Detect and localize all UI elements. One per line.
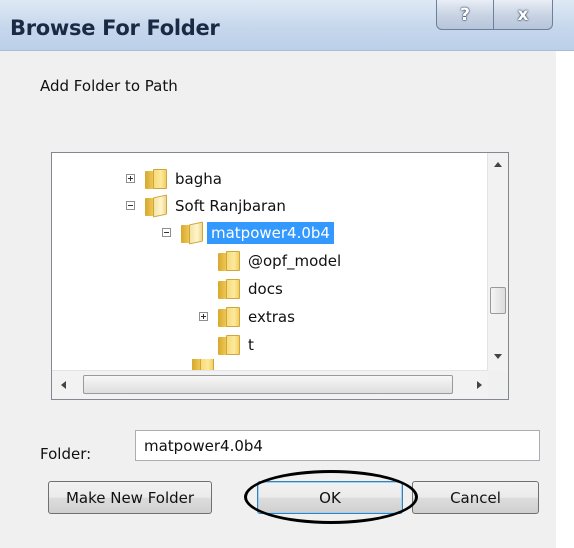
open-folder-icon [181,221,203,244]
caption-buttons: ? x [436,0,553,32]
horizontal-scroll-thumb[interactable] [83,375,453,394]
window-title: Browse For Folder [10,16,220,40]
folder-input[interactable] [135,430,540,461]
tree-item-label: bagha [175,169,222,188]
tree-item-soft-ranjbaran[interactable]: Soft Ranjbaran [126,192,286,219]
tree-item-label: docs [248,279,283,298]
title-bar: Browse For Folder ? x [0,0,574,51]
dialog-prompt: Add Folder to Path [40,77,178,95]
tree-item-label: Soft Ranjbaran [175,196,286,215]
folder-icon [218,306,240,327]
cancel-button[interactable]: Cancel [412,481,539,514]
folder-field-label: Folder: [40,445,92,463]
tree-item-label: extras [248,307,295,326]
tree-item-matpower[interactable]: matpower4.0b4 [162,219,334,246]
tree-item-label: @opf_model [248,251,342,270]
tree-item-label: t [248,335,254,354]
scroll-up-icon[interactable] [494,162,502,167]
tree-item-extras[interactable]: extras [199,303,295,330]
collapse-icon[interactable] [126,201,135,210]
window-right-edge [556,51,574,548]
vertical-scrollbar[interactable] [487,153,508,371]
folder-icon [145,168,167,189]
tree-item-docs[interactable]: docs [218,275,283,302]
collapse-icon[interactable] [162,228,171,237]
horizontal-scrollbar[interactable] [52,370,488,399]
make-new-folder-button[interactable]: Make New Folder [48,481,212,514]
folder-icon [218,334,240,355]
help-button[interactable]: ? [436,0,494,30]
tree-item-label-selected: matpower4.0b4 [207,221,334,244]
close-icon: x [517,4,529,25]
tree-item-t[interactable]: t [218,331,254,358]
folder-tree[interactable]: bagha Soft Ranjbaran matpower4.0b4 @opf_… [51,152,509,400]
close-button[interactable]: x [494,0,553,30]
expand-icon[interactable] [126,174,135,183]
ok-button[interactable]: OK [257,481,403,514]
scroll-down-icon[interactable] [494,354,502,359]
scroll-right-icon[interactable] [477,381,482,389]
vertical-scroll-thumb[interactable] [490,287,506,314]
scrollbar-corner [488,371,508,399]
tree-item-opf-model[interactable]: @opf_model [218,247,341,274]
folder-icon [218,278,240,299]
scroll-left-icon[interactable] [61,381,66,389]
folder-icon [218,250,240,271]
expand-icon[interactable] [199,312,208,321]
open-folder-icon [145,194,167,217]
tree-item-bagha[interactable]: bagha [126,165,222,192]
help-icon: ? [460,4,470,25]
